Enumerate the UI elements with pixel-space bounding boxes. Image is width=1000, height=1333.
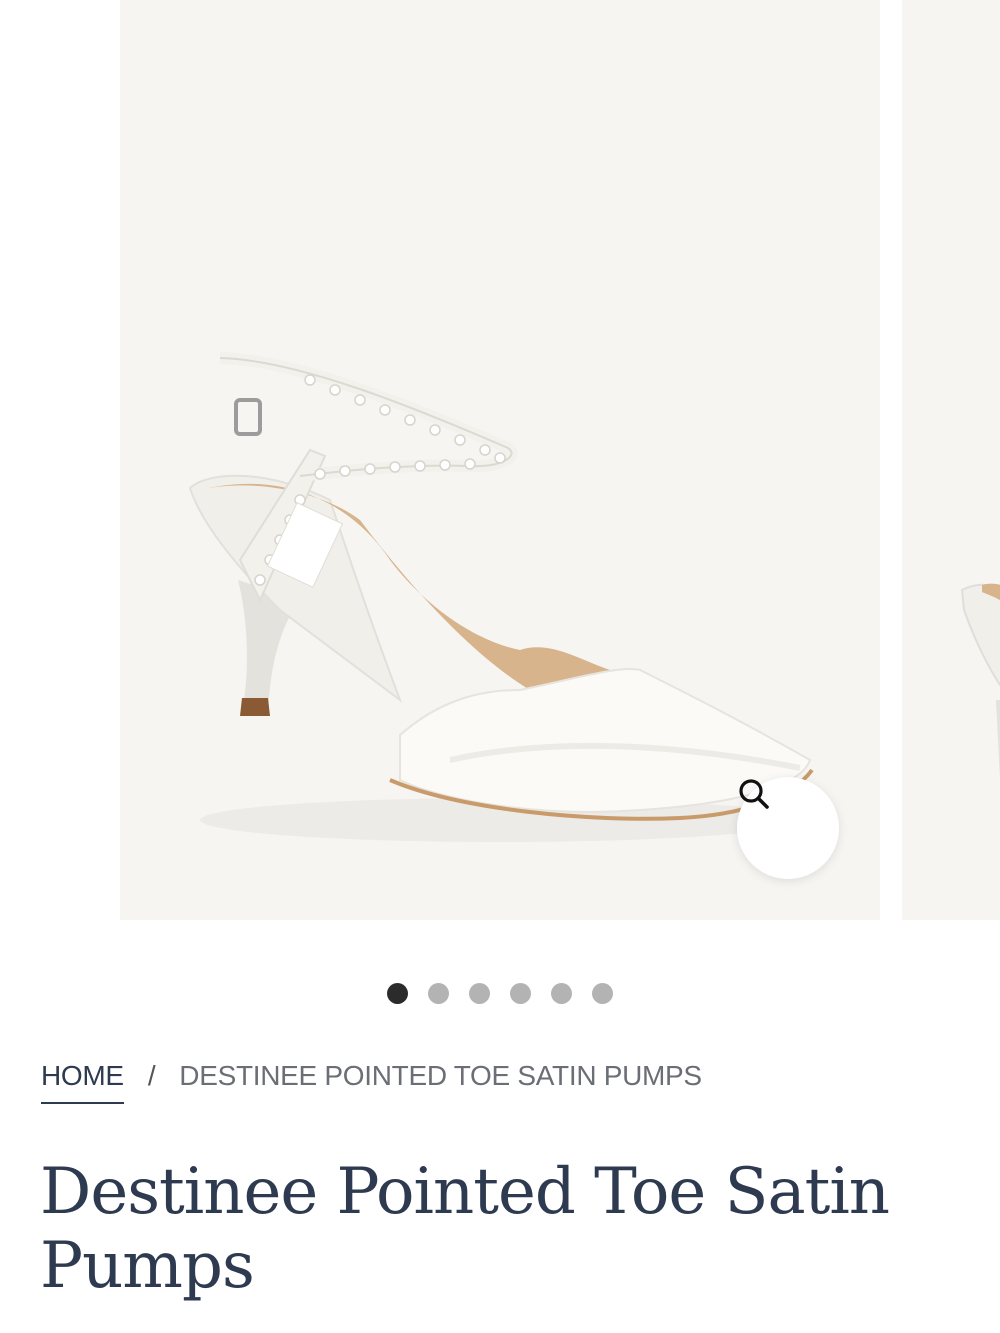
pagination-dot-4[interactable] xyxy=(510,983,531,1004)
magnifier-icon xyxy=(739,779,769,809)
breadcrumb-separator: / xyxy=(147,1060,156,1091)
pagination-dot-3[interactable] xyxy=(469,983,490,1004)
breadcrumb-current-page: DESTINEE POINTED TOE SATIN PUMPS xyxy=(179,1060,702,1091)
product-page: HOME / DESTINEE POINTED TOE SATIN PUMPS … xyxy=(0,0,1000,1333)
pagination-dot-2[interactable] xyxy=(428,983,449,1004)
next-image-slide-peek[interactable] xyxy=(902,0,1000,920)
product-image-gallery[interactable] xyxy=(0,0,1000,920)
breadcrumb-home-link[interactable]: HOME xyxy=(41,1060,124,1104)
pagination-dot-6[interactable] xyxy=(592,983,613,1004)
shoe-image-peek xyxy=(960,583,1000,780)
breadcrumb: HOME / DESTINEE POINTED TOE SATIN PUMPS xyxy=(41,1060,702,1110)
pagination-dot-5[interactable] xyxy=(551,983,572,1004)
zoom-button[interactable] xyxy=(737,777,839,879)
pagination-dot-1[interactable] xyxy=(387,983,408,1004)
product-title: Destinee Pointed Toe Satin Pumps xyxy=(40,1155,890,1303)
gallery-pagination xyxy=(0,983,1000,1005)
product-image-slide[interactable] xyxy=(120,0,880,920)
